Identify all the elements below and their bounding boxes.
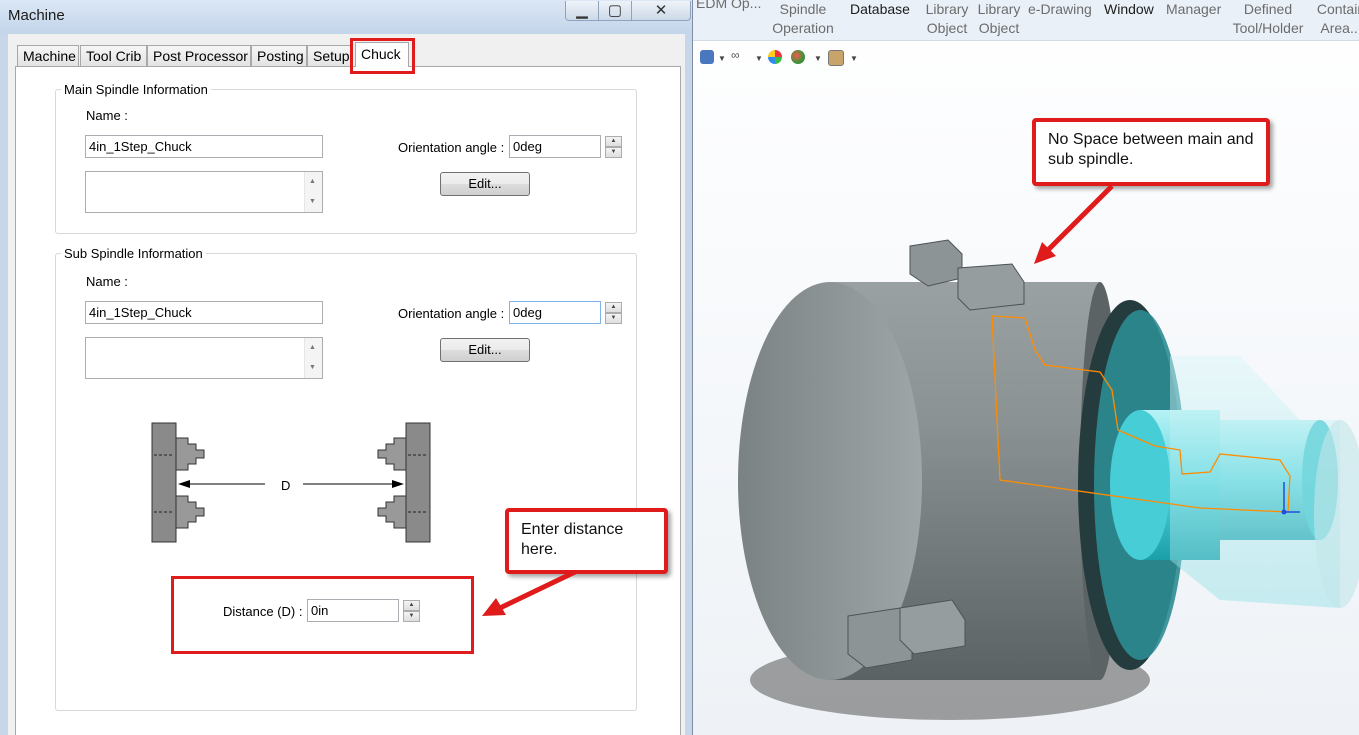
sub-orientation-spinner[interactable]: ▲ ▼: [605, 302, 622, 325]
spin-up-icon[interactable]: ▲: [605, 136, 622, 147]
sub-description-scrollbar[interactable]: ▲ ▼: [304, 338, 322, 378]
spin-down-icon[interactable]: ▼: [605, 147, 622, 158]
sub-description-textarea[interactable]: ▲ ▼: [85, 337, 323, 379]
ribbon-e-drawing[interactable]: e-Drawing: [1028, 0, 1092, 19]
dialog-titlebar[interactable]: Machine ▁ ▢ ✕: [0, 0, 692, 34]
sub-edit-button[interactable]: Edit...: [440, 338, 530, 362]
ribbon-window[interactable]: Window: [1104, 0, 1154, 19]
main-edit-button[interactable]: Edit...: [440, 172, 530, 196]
sub-name-label: Name :: [86, 274, 128, 289]
scroll-down-icon: ▼: [309, 364, 316, 371]
axis-origin-icon: [1281, 509, 1287, 515]
ribbon-library-object-1[interactable]: Library Object: [922, 0, 972, 38]
main-orientation-spinner[interactable]: ▲ ▼: [605, 136, 622, 159]
maximize-button[interactable]: ▢: [598, 1, 632, 21]
stock-envelope: [1170, 356, 1340, 608]
left-chuck-jaw-top: [175, 437, 205, 471]
sub-name-input[interactable]: 4in_1Step_Chuck: [85, 301, 323, 324]
sub-spindle-group-label: Sub Spindle Information: [61, 246, 206, 261]
ribbon-spindle-operation[interactable]: Spindle Operation: [770, 0, 836, 38]
spin-up-icon[interactable]: ▲: [605, 302, 622, 313]
jaw-bottom-2: [899, 599, 966, 655]
main-orientation-label: Orientation angle :: [398, 140, 505, 155]
ribbon-contain-area[interactable]: Contain Area...: [1316, 0, 1359, 38]
scroll-up-icon: ▲: [309, 178, 316, 185]
main-description-textarea[interactable]: ▲ ▼: [85, 171, 323, 213]
minimize-button[interactable]: ▁: [565, 1, 599, 21]
diagram-distance-symbol: D: [281, 478, 291, 493]
jaw-top-2: [957, 263, 1025, 311]
minimize-icon: ▁: [576, 2, 588, 19]
sub-orientation-label: Orientation angle :: [398, 306, 505, 321]
maximize-icon: ▢: [607, 2, 623, 19]
tab-setup[interactable]: Setup: [307, 45, 351, 66]
right-chuck-body: [405, 422, 431, 543]
tab-tool-crib[interactable]: Tool Crib: [80, 45, 147, 66]
right-chuck-jaw-bottom: [377, 495, 407, 529]
arrow-right-icon: [392, 480, 404, 488]
right-chuck-jaw-top: [377, 437, 407, 471]
enter-distance-callout: Enter distance here.: [505, 508, 668, 574]
ribbon-database[interactable]: Database: [850, 0, 910, 19]
main-orientation-input[interactable]: 0deg: [509, 135, 601, 158]
sub-orientation-input[interactable]: 0deg: [509, 301, 601, 324]
no-space-callout: No Space between main and sub spindle.: [1032, 118, 1270, 186]
cad-ribbon: EDM Op... Spindle Operation Database Lib…: [690, 0, 1359, 41]
tab-posting[interactable]: Posting: [251, 45, 307, 66]
spin-down-icon[interactable]: ▼: [605, 313, 622, 324]
close-button[interactable]: ✕: [631, 1, 691, 21]
ribbon-defined-tool-holder[interactable]: Defined Tool/Holder: [1228, 0, 1308, 38]
scroll-up-icon: ▲: [309, 344, 316, 351]
dialog-title: Machine: [8, 7, 65, 24]
tab-chuck[interactable]: Chuck: [355, 42, 409, 67]
main-name-label: Name :: [86, 108, 128, 123]
chuck-distance-diagram: [151, 422, 431, 543]
tab-post-processor[interactable]: Post Processor: [147, 45, 251, 66]
distance-field-highlight: [171, 576, 474, 654]
left-chuck-jaw-bottom: [175, 495, 205, 529]
left-chuck-body: [151, 422, 177, 543]
close-icon: ✕: [654, 2, 668, 19]
main-name-input[interactable]: 4in_1Step_Chuck: [85, 135, 323, 158]
ribbon-manager[interactable]: Manager: [1166, 0, 1221, 19]
scroll-down-icon: ▼: [309, 198, 316, 205]
ribbon-library-object-2[interactable]: Library Object: [974, 0, 1024, 38]
arrow-left-icon: [178, 480, 190, 488]
jaw-top-1: [909, 239, 963, 287]
no-space-callout-text: No Space between main and sub spindle.: [1048, 131, 1254, 168]
main-spindle-group-label: Main Spindle Information: [61, 82, 211, 97]
enter-distance-callout-text: Enter distance here.: [521, 521, 624, 558]
main-description-scrollbar[interactable]: ▲ ▼: [304, 172, 322, 212]
ribbon-edm-op[interactable]: EDM Op...: [696, 0, 761, 13]
stock-face: [1110, 410, 1170, 560]
tab-machine[interactable]: Machine: [17, 45, 79, 66]
